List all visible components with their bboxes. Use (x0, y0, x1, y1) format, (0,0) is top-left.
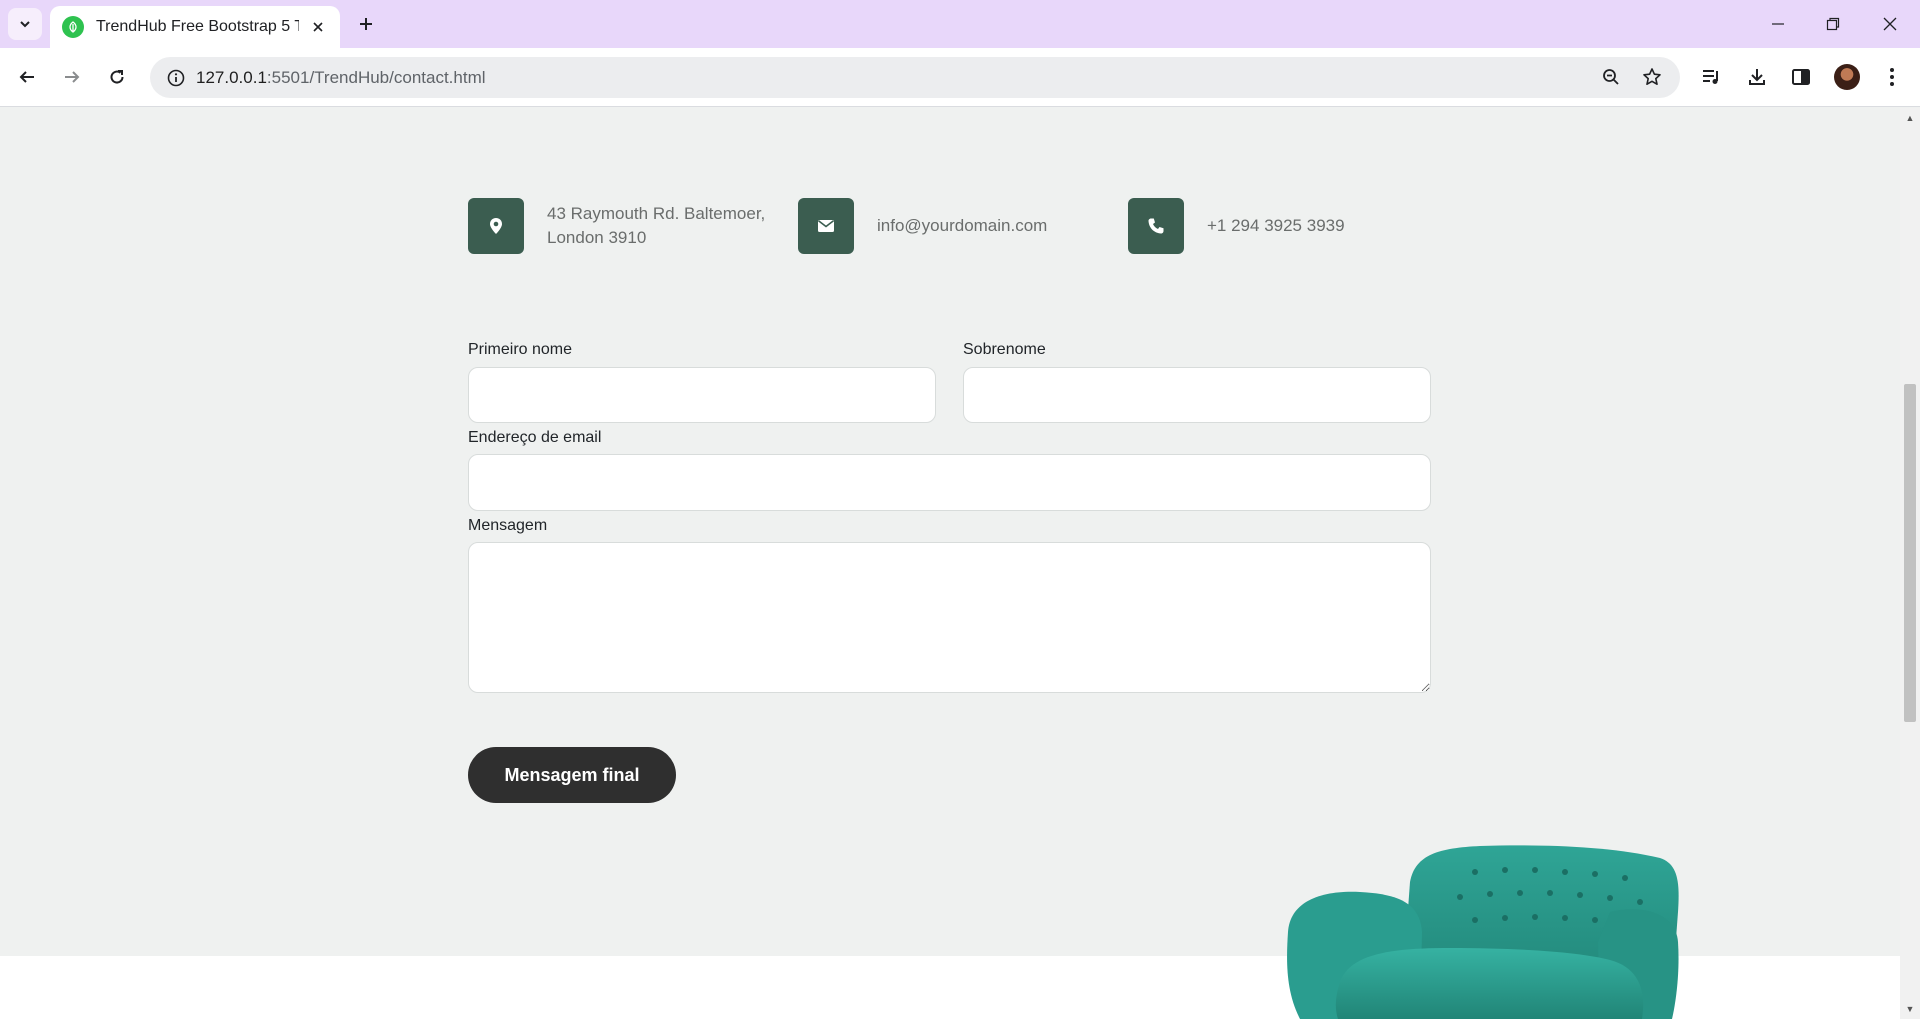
email-field[interactable] (468, 454, 1431, 511)
message-label: Mensagem (468, 517, 548, 534)
restore-icon (1826, 17, 1840, 31)
email-text[interactable]: info@yourdomain.com (877, 214, 1047, 238)
browser-toolbar: 127.0.0.1:5501/TrendHub/contact.html (0, 48, 1920, 107)
minimize-button[interactable] (1758, 6, 1798, 42)
last-name-label: Sobrenome (963, 341, 1046, 358)
download-icon (1749, 69, 1765, 85)
url-text[interactable]: 127.0.0.1:5501/TrendHub/contact.html (196, 68, 486, 88)
forward-button[interactable] (55, 60, 89, 94)
tab-search-button[interactable] (8, 8, 42, 40)
close-icon (313, 22, 323, 32)
reload-icon (110, 70, 124, 84)
side-panel-button[interactable] (1784, 60, 1818, 94)
avatar (1834, 64, 1860, 90)
address-text: 43 Raymouth Rd. Baltemoer, London 3910 (547, 202, 765, 250)
active-tab[interactable]: TrendHub Free Bootstrap 5 Tem (50, 6, 340, 48)
email-icon-box (798, 198, 854, 254)
message-field[interactable] (468, 542, 1431, 693)
close-icon (1883, 17, 1897, 31)
sidepanel-icon (1792, 69, 1810, 85)
bookmark-button[interactable] (1636, 61, 1668, 93)
reload-button[interactable] (100, 60, 134, 94)
site-info-button[interactable] (156, 57, 196, 98)
tab-strip: TrendHub Free Bootstrap 5 Tem (0, 0, 1920, 48)
contact-email: info@yourdomain.com (798, 198, 1047, 254)
map-pin-icon (490, 218, 502, 234)
zoom-icon (1603, 69, 1619, 85)
chevron-down-icon (20, 21, 30, 28)
forward-arrow-icon (65, 71, 80, 83)
scroll-thumb[interactable] (1904, 384, 1916, 722)
restore-button[interactable] (1813, 6, 1853, 42)
armchair-image (1287, 845, 1679, 1019)
phone-text[interactable]: +1 294 3925 3939 (1207, 214, 1345, 238)
media-icon (1703, 70, 1718, 84)
profile-button[interactable] (1830, 60, 1864, 94)
back-arrow-icon (19, 71, 34, 83)
first-name-label: Primeiro nome (468, 341, 573, 358)
phone-icon (1148, 218, 1164, 234)
minimize-icon (1772, 23, 1784, 25)
chrome-menu-button[interactable] (1875, 60, 1909, 94)
back-button[interactable] (10, 60, 44, 94)
url-host: 127.0.0.1 (196, 67, 267, 87)
close-window-button[interactable] (1870, 6, 1910, 42)
contact-phone: +1 294 3925 3939 (1128, 198, 1345, 254)
menu-icon (1890, 68, 1894, 86)
plus-icon (360, 18, 372, 30)
address-bar[interactable]: 127.0.0.1:5501/TrendHub/contact.html (150, 57, 1680, 98)
address-icon-box (468, 198, 524, 254)
tab-title: TrendHub Free Bootstrap 5 Tem (96, 18, 299, 35)
media-controls-button[interactable] (1695, 60, 1729, 94)
last-name-field[interactable] (963, 367, 1431, 423)
submit-message-button[interactable]: Mensagem final (468, 747, 676, 803)
url-path: :5501/TrendHub/contact.html (266, 67, 486, 87)
star-icon (1643, 68, 1661, 85)
page-content: 43 Raymouth Rd. Baltemoer, London 3910 i… (0, 108, 1900, 1019)
address-line2: London 3910 (547, 228, 647, 247)
downloads-button[interactable] (1740, 60, 1774, 94)
envelope-icon (818, 220, 834, 232)
email-label: Endereço de email (468, 429, 602, 446)
contact-address: 43 Raymouth Rd. Baltemoer, London 3910 (468, 198, 765, 254)
info-icon (167, 69, 185, 86)
zoom-button[interactable] (1595, 61, 1627, 93)
new-tab-button[interactable] (352, 10, 380, 38)
close-tab-button[interactable] (309, 17, 328, 37)
first-name-field[interactable] (468, 367, 936, 423)
address-line1: 43 Raymouth Rd. Baltemoer, (547, 204, 766, 223)
phone-icon-box (1128, 198, 1184, 254)
scroll-down-arrow[interactable]: ▼ (1904, 1003, 1916, 1015)
page-scrollbar[interactable]: ▲ ▼ (1900, 108, 1920, 1019)
leaf-favicon-icon (62, 16, 84, 38)
scroll-up-arrow[interactable]: ▲ (1904, 112, 1916, 124)
